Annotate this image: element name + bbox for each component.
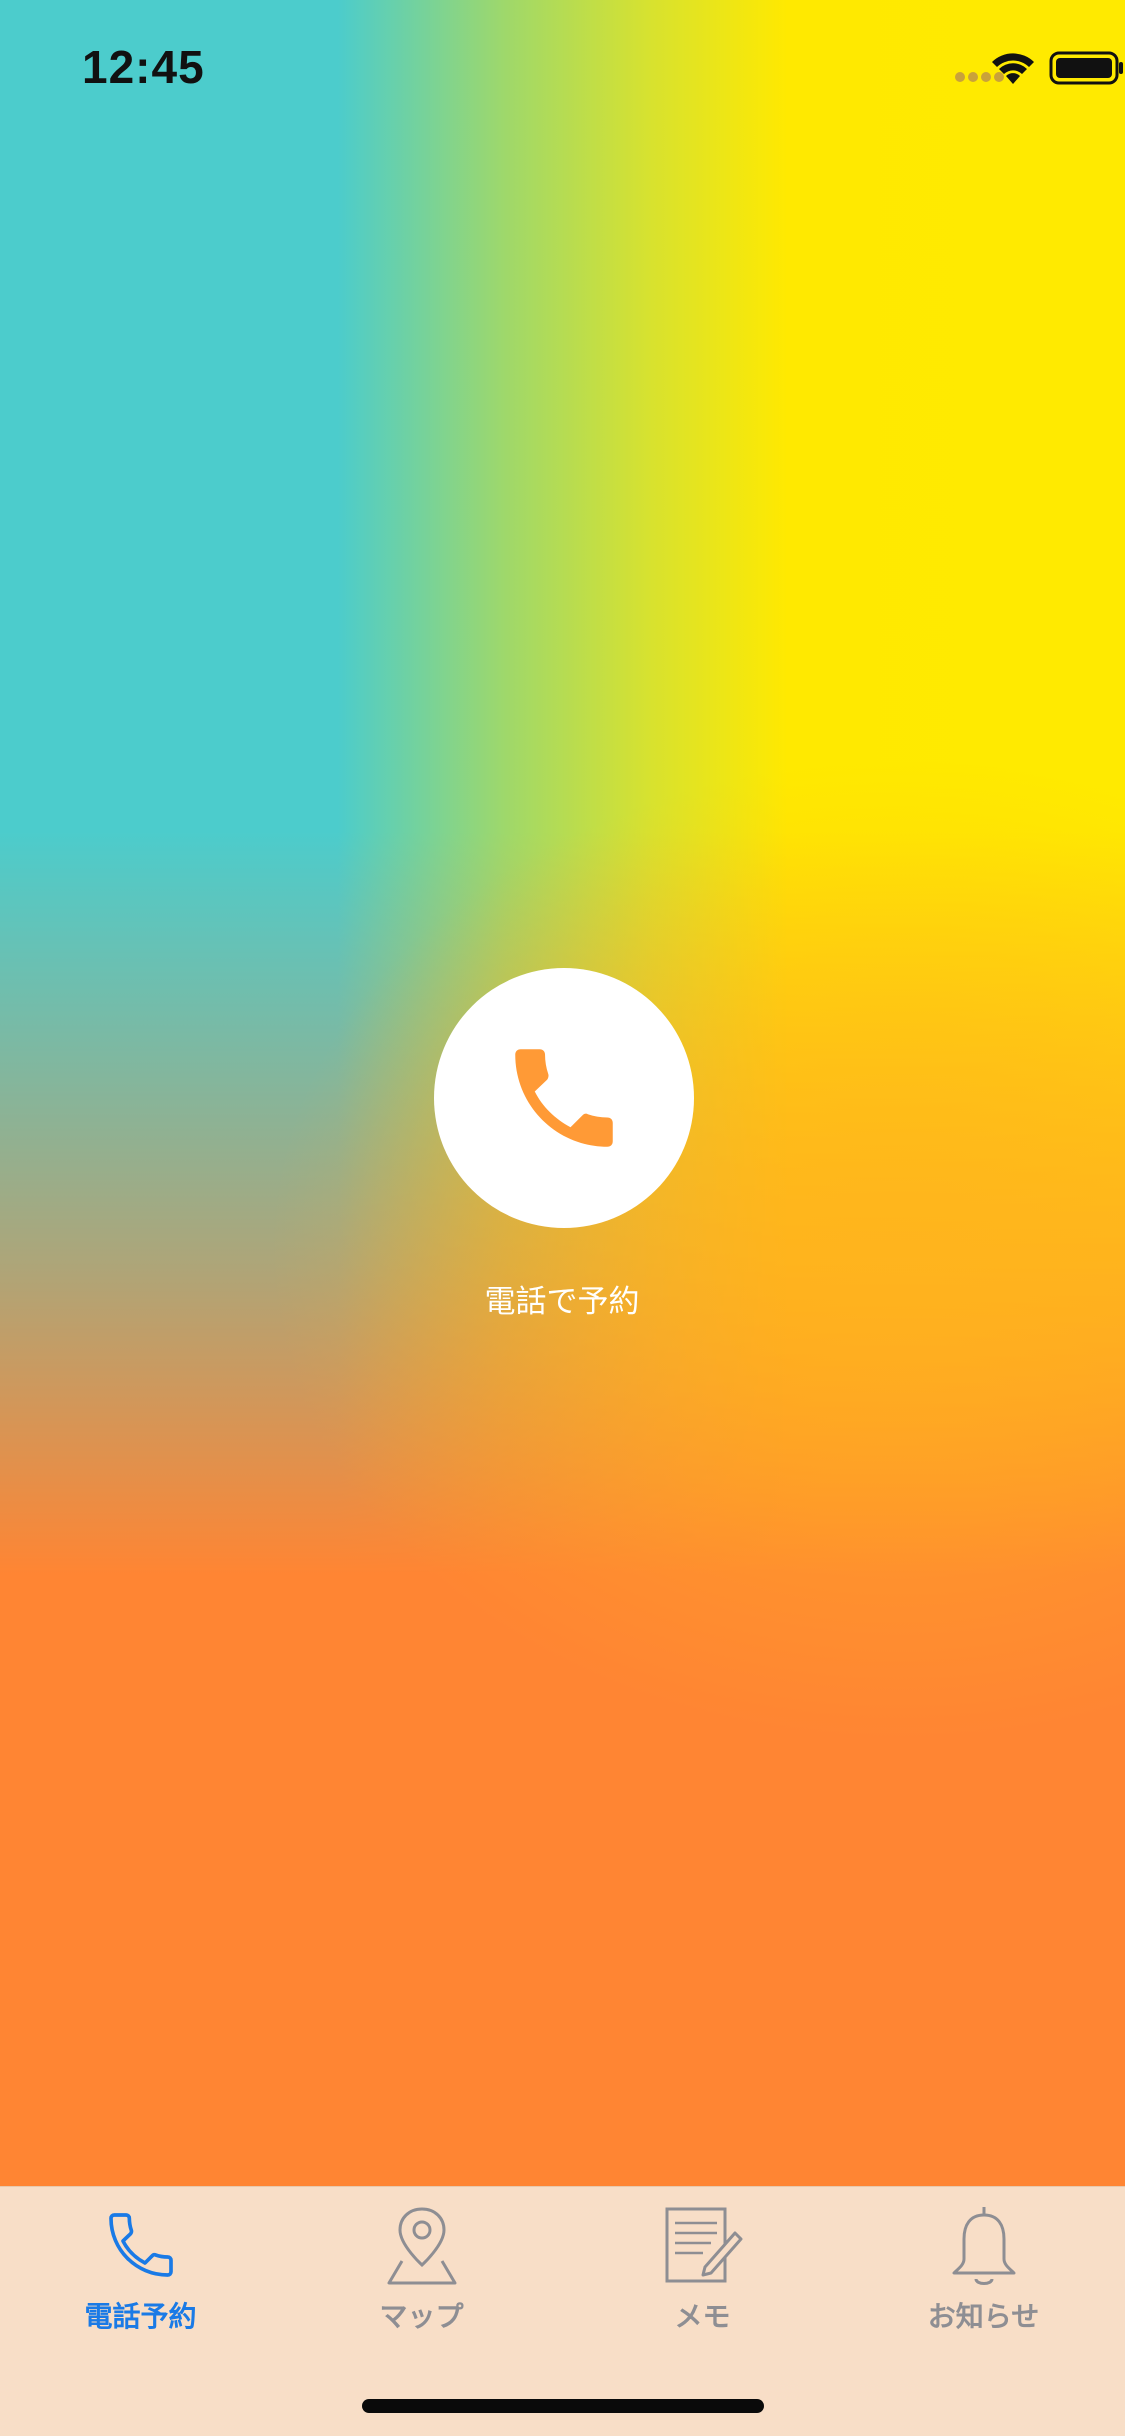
tab-label: メモ [674,2300,731,2333]
tab-phone-reservation[interactable]: 電話予約 [0,2187,281,2347]
status-bar: 12:45 [0,0,1125,135]
home-indicator[interactable] [362,2399,764,2413]
call-reservation-button[interactable] [434,968,694,1228]
map-pin-icon [387,2207,456,2285]
tab-memo[interactable]: メモ [562,2187,843,2347]
tab-notifications[interactable]: お知らせ [843,2187,1124,2347]
tab-label: 電話予約 [84,2300,197,2333]
tab-label: マップ [379,2300,464,2333]
tab-map[interactable]: マップ [281,2187,562,2347]
phone-icon [515,1049,613,1147]
bell-icon [952,2207,1015,2285]
tab-bar: 電話予約 マップ メモ お知らせ [0,2186,1125,2436]
cellular-signal-icon [955,72,1004,82]
call-reservation-label: 電話で予約 [484,1284,640,1320]
status-time: 12:45 [82,41,205,93]
memo-icon [665,2207,742,2283]
tab-label: お知らせ [927,2300,1040,2333]
wifi-icon [992,53,1034,84]
screen: 12:45 電話で予約 電話予約 マップ メモ お知らせ [0,0,1125,2436]
phone-icon [108,2213,173,2277]
battery-icon [1049,51,1123,85]
